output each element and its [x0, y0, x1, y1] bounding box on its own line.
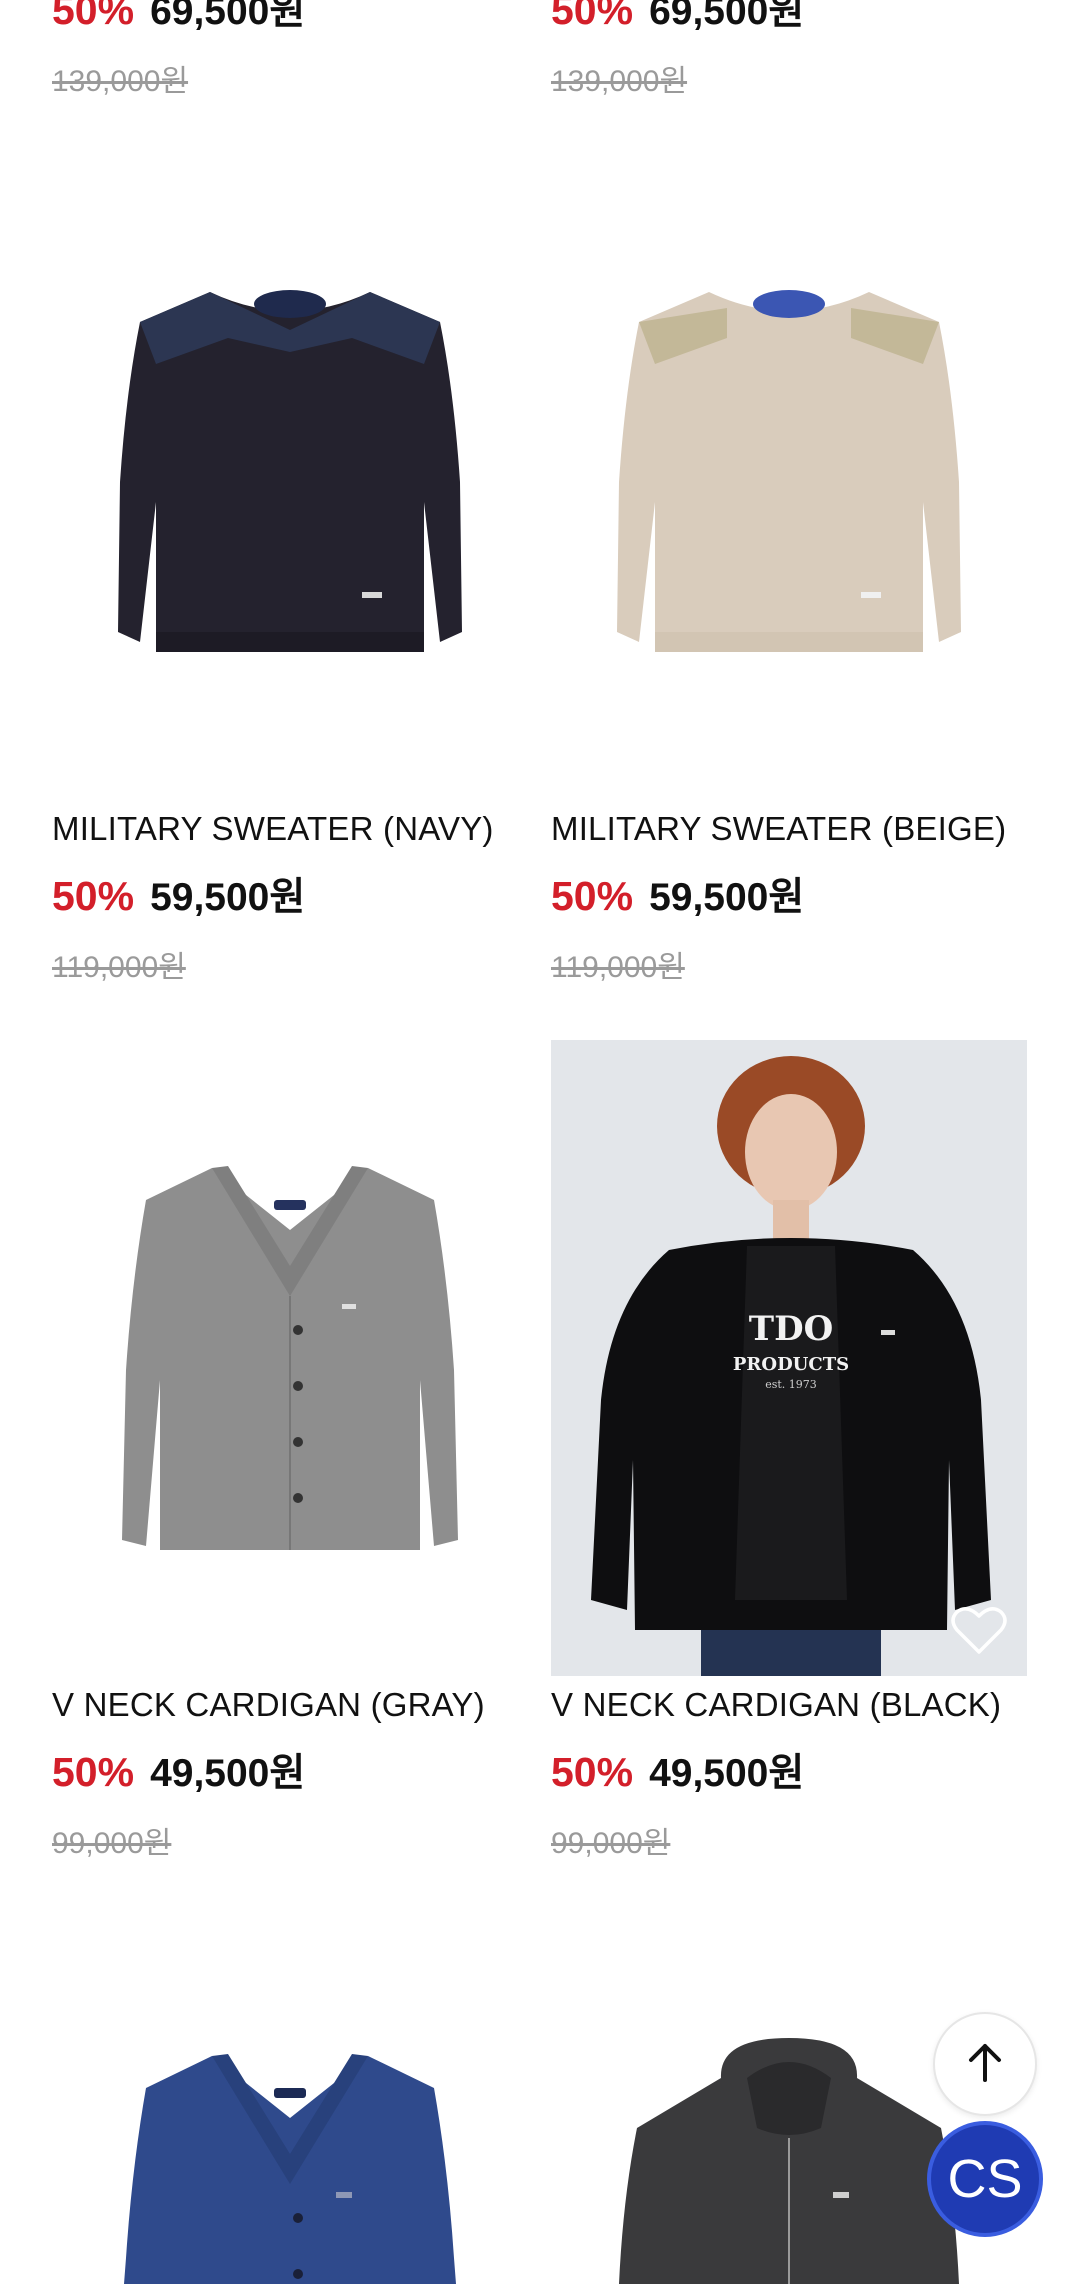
price-row: 50% 69,500원 [551, 0, 804, 36]
product-image[interactable]: TDO PRODUCTS est. 1973 [551, 1040, 1027, 1676]
discount-rate: 50% [551, 1749, 634, 1795]
price-row: 50% 49,500원 [551, 1742, 804, 1798]
sale-price: 49,500원 [150, 1752, 306, 1795]
original-price: 99,000원 [551, 1827, 671, 1860]
original-price: 119,000원 [551, 951, 685, 984]
sale-price: 69,500원 [649, 0, 805, 33]
price-row: 50% 69,500원 [52, 0, 305, 36]
discount-rate: 50% [52, 873, 135, 919]
product-name[interactable]: MILITARY SWEATER (BEIGE) [551, 810, 1006, 848]
discount-rate: 50% [551, 0, 634, 33]
sale-price: 69,500원 [150, 0, 306, 33]
price-row: 50% 59,500원 [551, 866, 804, 922]
navy-sweater-image [118, 290, 462, 652]
product-name[interactable]: MILITARY SWEATER (NAVY) [52, 810, 494, 848]
sale-price: 49,500원 [649, 1752, 805, 1795]
gray-cardigan-image [122, 1166, 458, 1550]
product-image[interactable] [52, 1040, 528, 1676]
discount-rate: 50% [52, 0, 135, 33]
price-row: 50% 59,500원 [52, 866, 305, 922]
product-name[interactable]: V NECK CARDIGAN (BLACK) [551, 1686, 1001, 1724]
cs-chat-button[interactable]: CS [927, 2121, 1043, 2237]
heart-icon[interactable] [951, 1606, 1007, 1656]
beige-sweater-image [617, 290, 961, 652]
original-price: 119,000원 [52, 951, 186, 984]
original-price: 99,000원 [52, 1827, 172, 1860]
price-row: 50% 49,500원 [52, 1742, 305, 1798]
sale-price: 59,500원 [649, 876, 805, 919]
sale-price: 59,500원 [150, 876, 306, 919]
svg-text:est. 1973: est. 1973 [765, 1378, 817, 1391]
product-name[interactable]: V NECK CARDIGAN (GRAY) [52, 1686, 485, 1724]
model-black-cardigan-image: TDO PRODUCTS est. 1973 [591, 1056, 991, 1676]
blue-cardigan-image [124, 2054, 456, 2284]
original-price: 139,000원 [52, 65, 189, 98]
arrow-up-icon [965, 2040, 1005, 2089]
discount-rate: 50% [551, 873, 634, 919]
product-image[interactable] [52, 152, 528, 788]
svg-text:TDO: TDO [749, 1309, 833, 1349]
svg-text:PRODUCTS: PRODUCTS [733, 1354, 849, 1375]
scroll-top-button[interactable] [933, 2012, 1037, 2116]
original-price: 139,000원 [551, 65, 688, 98]
product-image[interactable] [551, 152, 1027, 788]
cs-label: CS [947, 2149, 1023, 2209]
discount-rate: 50% [52, 1749, 135, 1795]
product-image[interactable] [52, 1928, 528, 2284]
